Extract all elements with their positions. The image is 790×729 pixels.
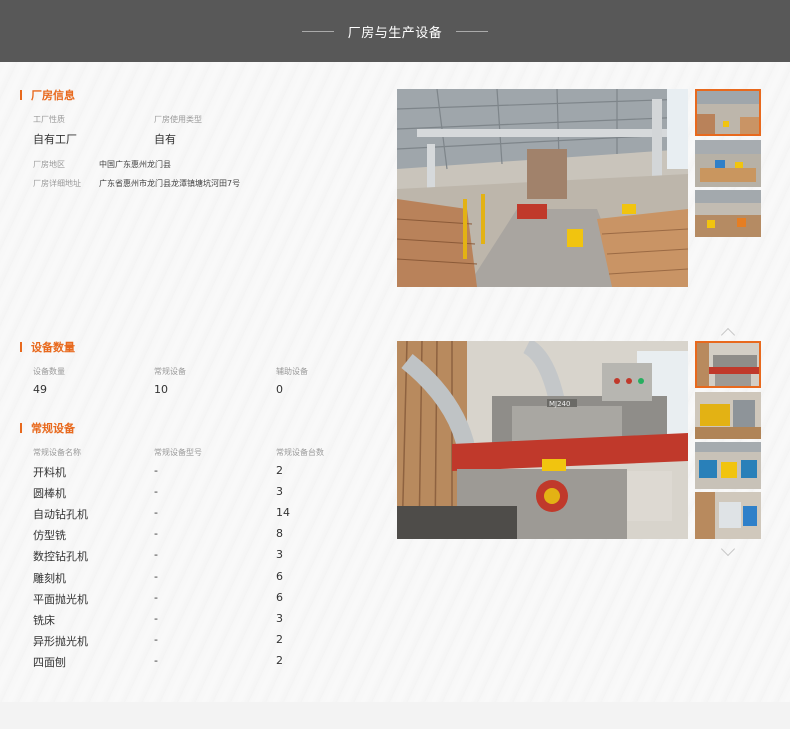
factory-region-label: 厂房地区 <box>33 160 65 169</box>
factory-thumb-image <box>695 190 761 237</box>
heading-accent-bar <box>20 423 22 433</box>
col-header-count: 常规设备台数 <box>276 448 324 457</box>
factory-info-heading: 厂房信息 <box>20 87 75 103</box>
header-title: 厂房与生产设备 <box>288 22 503 41</box>
factory-usage-label: 厂房使用类型 <box>154 115 202 124</box>
equipment-model-cell: - <box>154 548 158 562</box>
equipment-count-cell: 6 <box>276 590 283 604</box>
machine-thumb-image <box>695 492 761 539</box>
machine-thumb-image <box>695 442 761 489</box>
machine-thumb-2[interactable] <box>695 392 761 439</box>
machine-thumb-image <box>695 341 761 388</box>
col-header-name: 常规设备名称 <box>33 448 81 457</box>
equipment-model-cell: - <box>154 611 158 625</box>
total-equipment-value: 49 <box>33 383 47 396</box>
factory-thumb-2[interactable] <box>695 140 761 187</box>
equipment-count-cell: 2 <box>276 632 283 646</box>
header-title-text: 厂房与生产设备 <box>347 25 443 41</box>
factory-nature-value: 自有工厂 <box>33 133 77 146</box>
header-left-rule <box>301 30 334 32</box>
equipment-count-cell: 2 <box>276 464 283 477</box>
factory-thumb-3[interactable] <box>695 190 761 237</box>
chevron-down-icon[interactable] <box>720 541 736 557</box>
factory-usage-value: 自有 <box>154 133 176 146</box>
machine-thumb-1[interactable] <box>695 341 761 388</box>
col-header-model: 常规设备型号 <box>154 448 202 457</box>
aux-equipment-value: 0 <box>276 383 283 396</box>
equipment-count-cell: 3 <box>276 611 283 625</box>
content-panel: 厂房信息 工厂性质 自有工厂 厂房使用类型 自有 厂房地区 中国广东惠州龙门县 … <box>0 62 790 702</box>
regular-equipment-title: 常规设备 <box>31 422 75 435</box>
equipment-name-cell: 开料机 <box>33 466 66 479</box>
equipment-model-cell: - <box>154 632 158 646</box>
equipment-count-cell: 6 <box>276 569 283 583</box>
regular-equipment-value: 10 <box>154 383 168 396</box>
factory-nature-label: 工厂性质 <box>33 115 65 124</box>
factory-thumb-image <box>695 140 761 187</box>
equipment-name-cell: 平面抛光机 <box>33 592 88 606</box>
factory-address-label: 厂房详细地址 <box>33 179 81 188</box>
equipment-name-cell: 自动钻孔机 <box>33 508 88 522</box>
machine-plate-text: MJ240 <box>549 400 570 408</box>
aux-equipment-label: 辅助设备 <box>276 367 308 376</box>
equipment-name-cell: 雕刻机 <box>33 571 66 585</box>
regular-equipment-label: 常规设备 <box>154 367 186 376</box>
machine-image: MJ240 <box>397 341 688 539</box>
equipment-count-cell: 3 <box>276 548 283 562</box>
equipment-count-cell: 2 <box>276 653 283 667</box>
factory-thumb-image <box>695 89 761 136</box>
equipment-count-heading: 设备数量 <box>20 339 75 355</box>
equipment-count-title: 设备数量 <box>31 341 75 354</box>
equipment-name-cell: 铣床 <box>33 613 55 627</box>
factory-main-photo[interactable] <box>397 89 688 287</box>
equipment-model-cell: - <box>154 590 158 604</box>
factory-thumb-1[interactable] <box>695 89 761 136</box>
regular-equipment-heading: 常规设备 <box>20 420 75 436</box>
chevron-up-icon[interactable] <box>720 327 736 343</box>
machine-thumb-image <box>695 392 761 439</box>
heading-accent-bar <box>20 90 22 100</box>
equipment-model-cell: - <box>154 485 158 499</box>
machine-thumb-3[interactable] <box>695 442 761 489</box>
total-equipment-label: 设备数量 <box>33 367 65 376</box>
factory-info-title: 厂房信息 <box>31 89 75 102</box>
factory-address-value: 广东省惠州市龙门县龙潭镇塘坑河田7号 <box>99 179 241 188</box>
equipment-model-cell: - <box>154 653 158 667</box>
equipment-count-cell: 3 <box>276 485 283 499</box>
equipment-name-cell: 仿型铣 <box>33 529 66 543</box>
machine-main-photo[interactable]: MJ240 <box>397 341 688 539</box>
equipment-model-cell: - <box>154 464 158 477</box>
equipment-count-cell: 14 <box>276 506 290 520</box>
equipment-model-cell: - <box>154 506 158 520</box>
equipment-model-cell: - <box>154 569 158 583</box>
machine-thumb-4[interactable] <box>695 492 761 539</box>
equipment-name-cell: 圆棒机 <box>33 487 66 501</box>
factory-region-value: 中国广东惠州龙门县 <box>99 160 171 169</box>
page-header: 厂房与生产设备 <box>0 0 790 62</box>
equipment-name-cell: 异形抛光机 <box>33 634 88 648</box>
equipment-model-cell: - <box>154 527 158 541</box>
heading-accent-bar <box>20 342 22 352</box>
header-right-rule <box>456 30 489 32</box>
equipment-name-cell: 四面刨 <box>33 655 66 669</box>
equipment-count-cell: 8 <box>276 527 283 541</box>
equipment-name-cell: 数控钻孔机 <box>33 550 88 564</box>
factory-interior-image <box>397 89 688 287</box>
